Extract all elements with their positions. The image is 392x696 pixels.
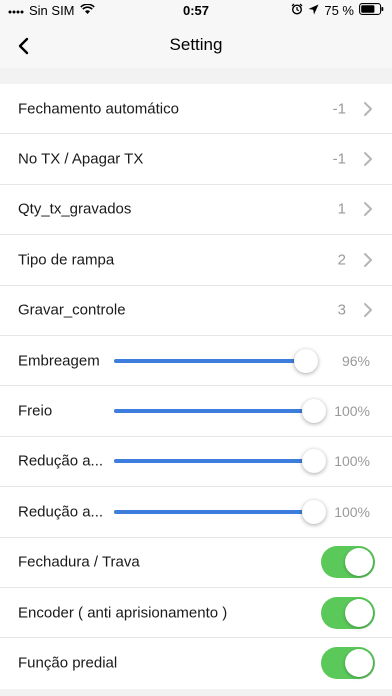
setting-row-qty-tx[interactable]: Qty_tx_gravados 1	[0, 185, 392, 236]
status-bar: Sin SIM 0:57 75 %	[0, 0, 392, 22]
setting-row-clutch: Embreagem 96%	[0, 336, 392, 387]
battery-icon	[359, 3, 384, 18]
slider-fill	[114, 409, 314, 414]
slider-fill	[114, 358, 306, 363]
setting-value: 1	[337, 200, 346, 218]
setting-row-brake: Freio 100%	[0, 386, 392, 437]
setting-row-record-control[interactable]: Gravar_controle 3	[0, 286, 392, 336]
slider-thumb[interactable]	[302, 399, 326, 424]
setting-label: No TX / Apagar TX	[18, 150, 144, 168]
setting-label: Gravar_controle	[18, 301, 126, 319]
reduction-slider-2[interactable]	[114, 499, 326, 524]
lock-toggle[interactable]	[321, 546, 375, 579]
slider-thumb[interactable]	[302, 449, 326, 474]
building-mode-toggle[interactable]	[321, 647, 375, 680]
chevron-right-icon	[364, 202, 372, 217]
setting-label: Redução a...	[18, 452, 104, 470]
setting-value: 3	[337, 301, 346, 319]
chevron-right-icon	[364, 152, 372, 167]
reduction-slider-1[interactable]	[114, 449, 326, 474]
setting-label: Fechadura / Trava	[18, 553, 140, 571]
setting-row-lock: Fechadura / Trava	[0, 538, 392, 588]
slider-fill	[114, 509, 314, 514]
battery-percent: 75 %	[324, 3, 354, 18]
slider-percent: 96%	[341, 352, 370, 369]
chevron-right-icon	[364, 101, 372, 116]
setting-label: Fechamento automático	[18, 100, 179, 118]
setting-label: Embreagem	[18, 352, 100, 370]
location-arrow-icon	[308, 3, 319, 18]
setting-label: Tipo de rampa	[18, 251, 115, 269]
setting-label: Qty_tx_gravados	[18, 200, 132, 218]
setting-label: Redução a...	[18, 503, 104, 521]
setting-row-encoder: Encoder ( anti aprisionamento )	[0, 588, 392, 639]
setting-row-reduction-2: Redução a... 100%	[0, 487, 392, 538]
chevron-right-icon	[364, 303, 372, 318]
toggle-knob	[345, 649, 373, 678]
slider-percent: 100%	[334, 453, 370, 470]
encoder-toggle[interactable]	[321, 596, 375, 629]
slider-thumb[interactable]	[302, 499, 326, 524]
clutch-slider[interactable]	[114, 348, 318, 373]
setting-value: -1	[332, 150, 346, 168]
setting-value: -1	[332, 100, 346, 118]
setting-label: Freio	[18, 402, 53, 420]
toggle-knob	[345, 548, 373, 577]
setting-label: Função predial	[18, 654, 118, 672]
setting-row-building-mode: Função predial	[0, 638, 392, 688]
setting-row-auto-close[interactable]: Fechamento automático -1	[0, 84, 392, 135]
slider-percent: 100%	[334, 403, 370, 420]
chevron-right-icon	[364, 252, 372, 267]
status-right: 75 %	[291, 3, 384, 18]
setting-row-no-tx[interactable]: No TX / Apagar TX -1	[0, 134, 392, 185]
slider-fill	[114, 459, 314, 464]
setting-row-ramp-type[interactable]: Tipo de rampa 2	[0, 235, 392, 286]
page-title: Setting	[169, 35, 223, 54]
setting-label: Encoder ( anti aprisionamento )	[18, 604, 228, 622]
toggle-knob	[345, 598, 373, 627]
alarm-icon	[291, 3, 303, 18]
slider-thumb[interactable]	[294, 348, 318, 373]
setting-value: 2	[337, 251, 346, 269]
brake-slider[interactable]	[114, 399, 326, 424]
slider-percent: 100%	[334, 503, 370, 520]
settings-list: Fechamento automático -1 No TX / Apagar …	[0, 84, 392, 689]
nav-bar: Setting	[0, 22, 392, 68]
setting-row-reduction-1: Redução a... 100%	[0, 437, 392, 488]
